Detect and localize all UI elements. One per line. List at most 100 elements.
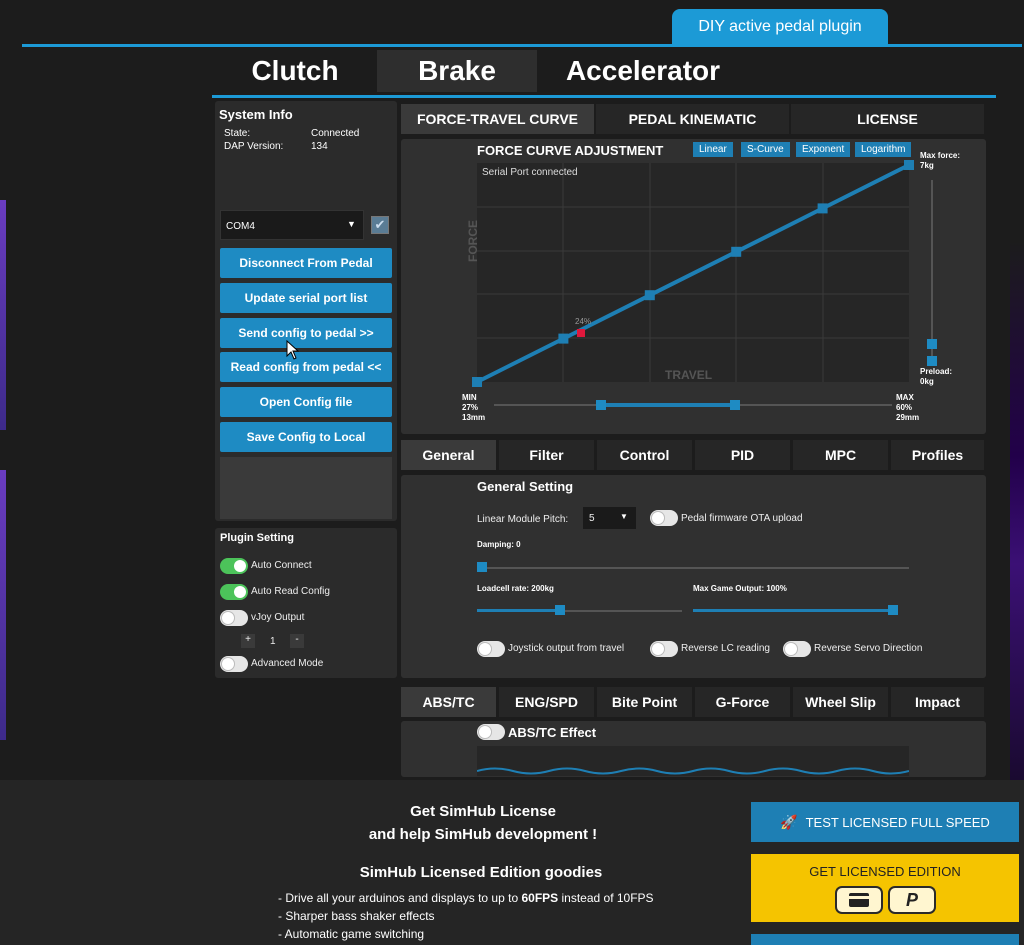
state-label: State: xyxy=(224,128,251,139)
vjoy-minus-button[interactable]: - xyxy=(290,634,304,648)
auto-connect-toggle[interactable] xyxy=(220,558,248,574)
update-port-list-button[interactable]: Update serial port list xyxy=(220,283,392,313)
vjoy-id-value: 1 xyxy=(270,636,276,647)
ota-toggle[interactable] xyxy=(650,510,678,526)
get-licensed-edition-button[interactable]: GET LICENSED EDITION P xyxy=(751,854,1019,922)
loadcell-label: Loadcell rate: 200kg xyxy=(477,584,554,593)
preset-s-curve-button[interactable]: S-Curve xyxy=(741,142,790,157)
tab-wheel-slip[interactable]: Wheel Slip xyxy=(793,687,888,717)
footer-button-partial[interactable] xyxy=(751,934,1019,945)
open-config-button[interactable]: Open Config file xyxy=(220,387,392,417)
preset-logarithm-button[interactable]: Logarithm xyxy=(855,142,912,157)
tab-profiles[interactable]: Profiles xyxy=(891,440,984,470)
paypal-icon[interactable]: P xyxy=(888,886,936,914)
goodies-item: - Sharper bass shaker effects xyxy=(278,909,435,923)
save-config-button[interactable]: Save Config to Local xyxy=(220,422,392,452)
chevron-down-icon: ▼ xyxy=(347,219,356,229)
tab-clutch[interactable]: Clutch xyxy=(212,50,378,92)
advanced-mode-toggle[interactable] xyxy=(220,656,248,672)
tab-control[interactable]: Control xyxy=(597,440,692,470)
curve-control-point[interactable] xyxy=(904,160,914,170)
curve-control-point[interactable] xyxy=(644,290,655,301)
travel-min-handle[interactable] xyxy=(596,400,606,410)
max-output-handle[interactable] xyxy=(888,605,898,615)
tab-eng-spd[interactable]: ENG/SPD xyxy=(499,687,594,717)
auto-connect-label: Auto Connect xyxy=(251,560,312,571)
joystick-toggle[interactable] xyxy=(477,641,505,657)
vjoy-label: vJoy Output xyxy=(251,612,305,623)
abs-tc-toggle[interactable] xyxy=(477,724,505,740)
travel-min-label: MIN xyxy=(462,393,477,402)
curve-control-point[interactable] xyxy=(472,377,482,387)
auto-read-toggle[interactable] xyxy=(220,584,248,600)
travel-min-pct: 27% xyxy=(462,403,479,412)
tab-brake[interactable]: Brake xyxy=(377,50,537,92)
advanced-mode-label: Advanced Mode xyxy=(251,658,324,669)
travel-max-handle[interactable] xyxy=(730,400,740,410)
tab-g-force[interactable]: G-Force xyxy=(695,687,790,717)
tab-force-travel-curve[interactable]: FORCE-TRAVEL CURVE xyxy=(401,104,594,134)
preload-value: 0kg xyxy=(920,377,934,386)
tab-pid[interactable]: PID xyxy=(695,440,790,470)
loadcell-handle[interactable] xyxy=(555,605,565,615)
curve-marker-label: 24% xyxy=(575,317,592,326)
tab-impact[interactable]: Impact xyxy=(891,687,984,717)
plugin-setting-title: Plugin Setting xyxy=(220,532,294,544)
reverse-servo-label: Reverse Servo Direction xyxy=(814,643,923,654)
left-edge-decoration xyxy=(0,200,6,430)
left-edge-decoration xyxy=(0,470,6,740)
com-port-value: COM4 xyxy=(226,221,255,232)
preset-linear-button[interactable]: Linear xyxy=(693,142,733,157)
chevron-down-icon: ▼ xyxy=(620,512,628,521)
travel-min-mm: 13mm xyxy=(462,413,486,422)
preset-exponent-button[interactable]: Exponent xyxy=(796,142,851,157)
tab-license[interactable]: LICENSE xyxy=(791,104,984,134)
vjoy-toggle[interactable] xyxy=(220,610,248,626)
send-config-button[interactable]: Send config to pedal >> xyxy=(220,318,392,348)
travel-range-fill xyxy=(601,403,735,407)
vjoy-plus-button[interactable]: + xyxy=(241,634,255,648)
pitch-select[interactable]: 5 ▼ xyxy=(583,507,636,529)
goodies-title: SimHub Licensed Edition goodies xyxy=(359,864,603,881)
reverse-lc-toggle[interactable] xyxy=(650,641,678,657)
test-licensed-speed-button[interactable]: 🚀 TEST LICENSED FULL SPEED xyxy=(751,802,1019,842)
tab-mpc[interactable]: MPC xyxy=(793,440,888,470)
max-force-handle[interactable] xyxy=(927,339,937,349)
system-info-title: System Info xyxy=(219,107,293,122)
tab-general[interactable]: General xyxy=(401,440,496,470)
read-config-button[interactable]: Read config from pedal << xyxy=(220,352,392,382)
travel-max-label: MAX xyxy=(896,393,914,402)
preload-handle[interactable] xyxy=(927,356,937,366)
curve-control-point[interactable] xyxy=(731,246,742,257)
pitch-label: Linear Module Pitch: xyxy=(477,514,569,525)
tab-bite-point[interactable]: Bite Point xyxy=(597,687,692,717)
reverse-servo-toggle[interactable] xyxy=(783,641,811,657)
damping-handle[interactable] xyxy=(477,562,487,572)
info-text-area xyxy=(220,457,392,519)
tab-pedal-kinematic[interactable]: PEDAL KINEMATIC xyxy=(596,104,789,134)
curve-control-point[interactable] xyxy=(817,203,828,214)
damping-track xyxy=(481,567,909,569)
force-curve-line xyxy=(472,160,914,387)
curve-polyline xyxy=(476,163,910,384)
plugin-tab[interactable]: DIY active pedal plugin xyxy=(672,9,888,45)
curve-control-point[interactable] xyxy=(558,333,569,344)
max-force-label: Max force: xyxy=(920,151,961,160)
abs-tc-effect-label: ABS/TC Effect xyxy=(508,725,597,740)
preload-label: Preload: xyxy=(920,367,953,376)
right-edge-decoration xyxy=(1010,240,1024,780)
goodies-item-post: instead of 10FPS xyxy=(558,891,654,905)
credit-card-icon[interactable] xyxy=(835,886,883,914)
reverse-lc-label: Reverse LC reading xyxy=(681,643,770,654)
com-port-select[interactable]: COM4 ▼ xyxy=(220,210,364,240)
header-divider xyxy=(22,44,1022,47)
com-connected-checkbox[interactable]: ✔ xyxy=(371,216,389,234)
rocket-icon: 🚀 xyxy=(780,813,798,830)
tab-filter[interactable]: Filter xyxy=(499,440,594,470)
tab-accelerator[interactable]: Accelerator xyxy=(537,50,749,92)
license-promo-line1: Get SimHub License xyxy=(410,803,556,820)
tab-abs-tc[interactable]: ABS/TC xyxy=(401,687,496,717)
state-value: Connected xyxy=(311,128,360,139)
disconnect-button[interactable]: Disconnect From Pedal xyxy=(220,248,392,278)
force-range-track xyxy=(931,180,933,360)
